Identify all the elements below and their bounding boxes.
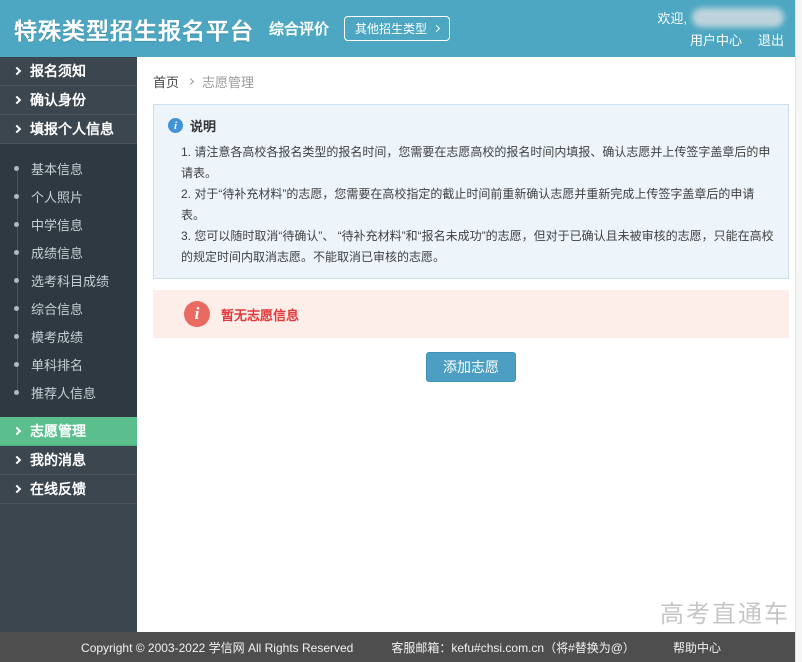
sidebar-item-label: 报名须知 [30, 61, 86, 81]
content-area: 说明 1. 请注意各高校各报名类型的报名时间，您需要在志愿高校的报名时间内填报、… [137, 104, 802, 382]
empty-volunteer-alert: 暂无志愿信息 [153, 290, 789, 338]
bullet-dot-icon [14, 306, 19, 311]
sidebar-item-label: 志愿管理 [30, 421, 86, 441]
chevron-right-icon [13, 125, 21, 133]
app-title: 特殊类型招生报名平台 [14, 12, 254, 46]
header-user-area: 欢迎, 用户中心 退出 [657, 8, 784, 49]
category-label: 综合评价 [269, 18, 329, 39]
chevron-right-icon [13, 96, 21, 104]
bullet-dot-icon [14, 390, 19, 395]
sidebar-item-label: 在线反馈 [30, 479, 86, 499]
sidebar-item-label: 基本信息 [31, 159, 83, 178]
header-left: 特殊类型招生报名平台 综合评价 其他招生类型 [14, 12, 450, 46]
info-icon [168, 118, 183, 133]
notice-item: 2. 对于“待补充材料”的志愿，您需要在高校指定的截止时间前重新确认志愿并重新完… [168, 184, 774, 226]
sidebar-item-subject-ranking[interactable]: 单科排名 [0, 350, 137, 378]
notice-title: 说明 [190, 116, 216, 135]
sidebar-item-score-info[interactable]: 成绩信息 [0, 238, 137, 266]
sidebar-item-recommender-info[interactable]: 推荐人信息 [0, 378, 137, 406]
bullet-dot-icon [14, 250, 19, 255]
chevron-right-icon [13, 485, 21, 493]
breadcrumb-home-link[interactable]: 首页 [153, 72, 179, 91]
bullet-dot-icon [14, 278, 19, 283]
sidebar-item-confirm-identity[interactable]: 确认身份 [0, 86, 137, 115]
chevron-right-icon [13, 456, 21, 464]
logout-link[interactable]: 退出 [758, 30, 784, 49]
sidebar-item-label: 单科排名 [31, 355, 83, 374]
sidebar-item-personal-info[interactable]: 填报个人信息 [0, 115, 137, 144]
other-enroll-types-button[interactable]: 其他招生类型 [344, 16, 450, 41]
sidebar-item-notice[interactable]: 报名须知 [0, 57, 137, 86]
welcome-label: 欢迎, [657, 8, 687, 27]
notice-box: 说明 1. 请注意各高校各报名类型的报名时间，您需要在志愿高校的报名时间内填报、… [153, 104, 789, 279]
help-center-link[interactable]: 帮助中心 [673, 639, 721, 656]
sidebar-item-feedback[interactable]: 在线反馈 [0, 475, 137, 504]
action-row: 添加志愿 [153, 352, 789, 382]
bullet-dot-icon [14, 194, 19, 199]
chevron-right-icon [13, 427, 21, 435]
notice-item: 3. 您可以随时取消“待确认”、 “待补充材料”和“报名未成功”的志愿，但对于已… [168, 226, 774, 268]
scrollbar-track[interactable] [795, 0, 802, 662]
sidebar-item-photo[interactable]: 个人照片 [0, 182, 137, 210]
breadcrumb: 首页 志愿管理 [137, 57, 802, 104]
redacted-username [692, 8, 784, 27]
watermark: 高考直通车 [660, 594, 790, 629]
user-center-link[interactable]: 用户中心 [690, 30, 742, 49]
main-content: 首页 志愿管理 说明 1. 请注意各高校各报名类型的报名时间，您需要在志愿高校的… [137, 57, 802, 632]
sidebar-item-label: 中学信息 [31, 215, 83, 234]
chevron-right-icon [433, 25, 440, 32]
alert-message: 暂无志愿信息 [221, 305, 299, 324]
welcome-row: 欢迎, [657, 8, 784, 27]
footer: Copyright © 2003-2022 学信网 All Rights Res… [0, 632, 802, 662]
body-layout: 报名须知 确认身份 填报个人信息 基本信息 个人照片 [0, 57, 802, 632]
sidebar-item-mock-exam-scores[interactable]: 模考成绩 [0, 322, 137, 350]
chevron-right-icon [13, 67, 21, 75]
sidebar: 报名须知 确认身份 填报个人信息 基本信息 个人照片 [0, 57, 137, 632]
sidebar-item-label: 确认身份 [30, 90, 86, 110]
sidebar-item-label: 模考成绩 [31, 327, 83, 346]
chevron-right-icon [187, 78, 194, 85]
breadcrumb-current: 志愿管理 [202, 72, 254, 91]
sidebar-item-basic-info[interactable]: 基本信息 [0, 154, 137, 182]
notice-item: 1. 请注意各高校各报名类型的报名时间，您需要在志愿高校的报名时间内填报、确认志… [168, 142, 774, 184]
sidebar-item-comprehensive-info[interactable]: 综合信息 [0, 294, 137, 322]
bullet-dot-icon [14, 166, 19, 171]
sidebar-item-volunteer-management[interactable]: 志愿管理 [0, 417, 137, 446]
copyright-text: Copyright © 2003-2022 学信网 All Rights Res… [81, 639, 353, 656]
sidebar-item-label: 成绩信息 [31, 243, 83, 262]
sidebar-item-school-info[interactable]: 中学信息 [0, 210, 137, 238]
sidebar-submenu: 基本信息 个人照片 中学信息 成绩信息 选考科目成绩 [0, 144, 137, 417]
bullet-dot-icon [14, 362, 19, 367]
page: 特殊类型招生报名平台 综合评价 其他招生类型 欢迎, 用户中心 退出 报名须知 [0, 0, 802, 662]
header: 特殊类型招生报名平台 综合评价 其他招生类型 欢迎, 用户中心 退出 [0, 0, 802, 57]
sidebar-item-label: 个人照片 [31, 187, 83, 206]
alert-info-icon [184, 301, 210, 327]
user-links: 用户中心 退出 [690, 30, 784, 49]
sidebar-item-messages[interactable]: 我的消息 [0, 446, 137, 475]
add-volunteer-button[interactable]: 添加志愿 [426, 352, 516, 382]
sidebar-item-label: 选考科目成绩 [31, 271, 109, 290]
notice-header: 说明 [168, 113, 774, 142]
sidebar-item-label: 我的消息 [30, 450, 86, 470]
support-email-text: 客服邮箱：kefu#chsi.com.cn（将#替换为@） [391, 639, 635, 656]
other-enroll-types-label: 其他招生类型 [355, 20, 427, 37]
sidebar-item-label: 综合信息 [31, 299, 83, 318]
bullet-dot-icon [14, 334, 19, 339]
bullet-dot-icon [14, 222, 19, 227]
sidebar-item-label: 推荐人信息 [31, 383, 96, 402]
sidebar-item-label: 填报个人信息 [30, 119, 114, 139]
sidebar-item-elective-subject-scores[interactable]: 选考科目成绩 [0, 266, 137, 294]
